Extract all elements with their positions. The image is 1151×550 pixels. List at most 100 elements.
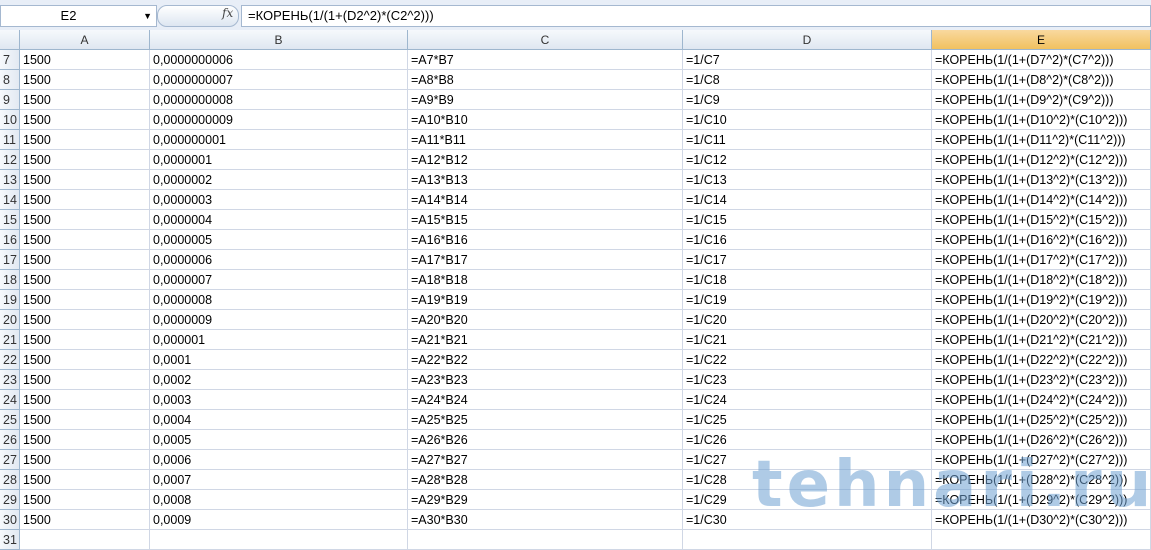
cell-d[interactable]: =1/C27 [683,450,932,470]
cell-a[interactable]: 1500 [20,470,150,490]
cell-e[interactable]: =КОРЕНЬ(1/(1+(D29^2)*(C29^2))) [932,490,1151,510]
cell-b[interactable]: 0,0001 [150,350,408,370]
cell-c[interactable]: =A15*B15 [408,210,683,230]
row-header[interactable]: 10 [0,110,20,130]
row-header[interactable]: 12 [0,150,20,170]
cell-d[interactable]: =1/C21 [683,330,932,350]
cell-c[interactable]: =A21*B21 [408,330,683,350]
row-header[interactable]: 25 [0,410,20,430]
cell-c[interactable]: =A12*B12 [408,150,683,170]
cell-d[interactable]: =1/C7 [683,50,932,70]
cell-b[interactable]: 0,0000000006 [150,50,408,70]
row-header[interactable]: 22 [0,350,20,370]
cell-d[interactable]: =1/C11 [683,130,932,150]
cell-c[interactable]: =A18*B18 [408,270,683,290]
chevron-down-icon[interactable]: ▼ [143,6,152,26]
cell-a[interactable]: 1500 [20,50,150,70]
cell-b[interactable]: 0,0000006 [150,250,408,270]
cell-b[interactable]: 0,0003 [150,390,408,410]
row-header[interactable]: 24 [0,390,20,410]
cell-a[interactable]: 1500 [20,410,150,430]
cell-a[interactable]: 1500 [20,90,150,110]
row-header[interactable]: 28 [0,470,20,490]
column-header-a[interactable]: A [20,30,150,50]
row-header[interactable]: 23 [0,370,20,390]
cell-e[interactable]: =КОРЕНЬ(1/(1+(D11^2)*(C11^2))) [932,130,1151,150]
row-header[interactable]: 13 [0,170,20,190]
cell-e[interactable]: =КОРЕНЬ(1/(1+(D22^2)*(C22^2))) [932,350,1151,370]
column-header-e[interactable]: E [932,30,1151,50]
cell-d[interactable]: =1/C16 [683,230,932,250]
cell-e[interactable]: =КОРЕНЬ(1/(1+(D10^2)*(C10^2))) [932,110,1151,130]
cell-c[interactable]: =A17*B17 [408,250,683,270]
cell-a[interactable]: 1500 [20,230,150,250]
cell-a[interactable] [20,530,150,550]
cell-d[interactable]: =1/C12 [683,150,932,170]
cell-b[interactable]: 0,0002 [150,370,408,390]
cell-b[interactable]: 0,0000009 [150,310,408,330]
cell-e[interactable]: =КОРЕНЬ(1/(1+(D17^2)*(C17^2))) [932,250,1151,270]
cell-d[interactable]: =1/C9 [683,90,932,110]
column-header-d[interactable]: D [683,30,932,50]
cell-a[interactable]: 1500 [20,450,150,470]
cell-e[interactable]: =КОРЕНЬ(1/(1+(D14^2)*(C14^2))) [932,190,1151,210]
cell-e[interactable]: =КОРЕНЬ(1/(1+(D7^2)*(C7^2))) [932,50,1151,70]
row-header[interactable]: 8 [0,70,20,90]
cell-c[interactable]: =A24*B24 [408,390,683,410]
cell-a[interactable]: 1500 [20,130,150,150]
cell-a[interactable]: 1500 [20,370,150,390]
row-header[interactable]: 11 [0,130,20,150]
cell-a[interactable]: 1500 [20,270,150,290]
cell-d[interactable]: =1/C17 [683,250,932,270]
select-all-corner[interactable] [0,30,20,50]
cell-b[interactable]: 0,0000004 [150,210,408,230]
cell-a[interactable]: 1500 [20,330,150,350]
cell-a[interactable]: 1500 [20,290,150,310]
cell-c[interactable]: =A13*B13 [408,170,683,190]
cell-b[interactable]: 0,0000000008 [150,90,408,110]
row-header[interactable]: 15 [0,210,20,230]
cell-b[interactable]: 0,0007 [150,470,408,490]
cell-e[interactable]: =КОРЕНЬ(1/(1+(D28^2)*(C28^2))) [932,470,1151,490]
cell-c[interactable]: =A27*B27 [408,450,683,470]
cell-e[interactable]: =КОРЕНЬ(1/(1+(D27^2)*(C27^2))) [932,450,1151,470]
cell-d[interactable]: =1/C8 [683,70,932,90]
cell-c[interactable]: =A10*B10 [408,110,683,130]
column-header-c[interactable]: C [408,30,683,50]
cell-d[interactable]: =1/C15 [683,210,932,230]
cell-a[interactable]: 1500 [20,310,150,330]
cell-a[interactable]: 1500 [20,510,150,530]
cell-d[interactable]: =1/C13 [683,170,932,190]
cell-b[interactable]: 0,0000008 [150,290,408,310]
cell-b[interactable]: 0,0006 [150,450,408,470]
cell-b[interactable]: 0,0000002 [150,170,408,190]
cell-b[interactable]: 0,0009 [150,510,408,530]
cell-d[interactable]: =1/C25 [683,410,932,430]
cell-a[interactable]: 1500 [20,210,150,230]
cell-e[interactable]: =КОРЕНЬ(1/(1+(D18^2)*(C18^2))) [932,270,1151,290]
cell-b[interactable]: 0,000001 [150,330,408,350]
cell-e[interactable]: =КОРЕНЬ(1/(1+(D26^2)*(C26^2))) [932,430,1151,450]
cell-c[interactable]: =A26*B26 [408,430,683,450]
row-header[interactable]: 16 [0,230,20,250]
cell-d[interactable]: =1/C30 [683,510,932,530]
column-header-b[interactable]: B [150,30,408,50]
cell-d[interactable]: =1/C23 [683,370,932,390]
name-box[interactable]: E2 ▼ [0,5,157,27]
cell-d[interactable]: =1/C14 [683,190,932,210]
cell-d[interactable]: =1/C29 [683,490,932,510]
cell-e[interactable]: =КОРЕНЬ(1/(1+(D15^2)*(C15^2))) [932,210,1151,230]
cell-b[interactable]: 0,0000003 [150,190,408,210]
row-header[interactable]: 29 [0,490,20,510]
cell-b[interactable]: 0,0000007 [150,270,408,290]
cell-e[interactable]: =КОРЕНЬ(1/(1+(D13^2)*(C13^2))) [932,170,1151,190]
cell-c[interactable]: =A30*B30 [408,510,683,530]
cell-e[interactable]: =КОРЕНЬ(1/(1+(D12^2)*(C12^2))) [932,150,1151,170]
cell-c[interactable]: =A9*B9 [408,90,683,110]
row-header[interactable]: 18 [0,270,20,290]
cell-d[interactable]: =1/C18 [683,270,932,290]
row-header[interactable]: 9 [0,90,20,110]
cell-e[interactable]: =КОРЕНЬ(1/(1+(D9^2)*(C9^2))) [932,90,1151,110]
cell-a[interactable]: 1500 [20,170,150,190]
cell-d[interactable]: =1/C19 [683,290,932,310]
